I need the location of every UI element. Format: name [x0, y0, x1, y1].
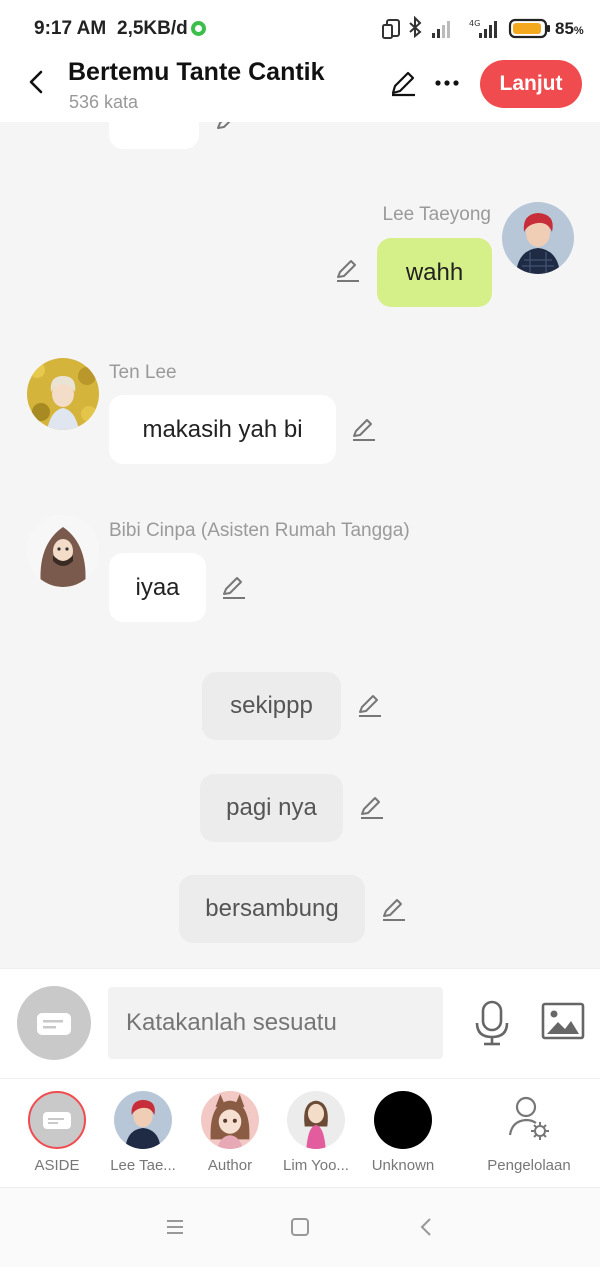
character-unknown[interactable]: Unknown: [358, 1091, 448, 1174]
back-icon[interactable]: [22, 68, 50, 96]
pencil-icon[interactable]: [220, 574, 248, 602]
character-bar: ASIDE Lee Tae... Author Lim Yoo... Unkno…: [0, 1078, 600, 1188]
character-label: Unknown: [371, 1157, 435, 1174]
character-label: Author: [207, 1157, 253, 1174]
status-speed: 2,5KB/d: [117, 18, 188, 39]
message-input[interactable]: [108, 987, 443, 1059]
message-bubble[interactable]: wahh: [377, 238, 492, 307]
message-bubble[interactable]: iyaa: [109, 553, 206, 622]
avatar: [287, 1091, 345, 1149]
next-button[interactable]: Lanjut: [480, 60, 582, 108]
screen-cast-icon: [382, 19, 400, 39]
story-title[interactable]: Bertemu Tante Cantik: [68, 58, 325, 87]
more-icon[interactable]: [432, 68, 462, 98]
character-lee-taeyong[interactable]: Lee Tae...: [98, 1091, 188, 1174]
character-aside[interactable]: ASIDE: [12, 1091, 102, 1174]
pencil-icon[interactable]: [334, 257, 362, 285]
system-nav-bar: [0, 1188, 600, 1267]
narration-bubble[interactable]: sekippp: [202, 672, 341, 740]
character-label: Lee Tae...: [110, 1157, 176, 1174]
edit-icon[interactable]: [388, 68, 418, 98]
avatar-ten-lee[interactable]: [27, 358, 99, 430]
input-bar: [0, 968, 600, 1078]
battery-icon: [508, 18, 550, 39]
whatsapp-status-icon: [191, 21, 206, 36]
avatar: [114, 1091, 172, 1149]
aside-icon: [28, 1091, 86, 1149]
pencil-icon[interactable]: [358, 794, 386, 822]
avatar-lee-taeyong[interactable]: [502, 202, 574, 274]
aside-icon: [37, 1013, 71, 1035]
character-label: ASIDE: [34, 1157, 80, 1174]
avatar: [374, 1091, 432, 1149]
character-management[interactable]: Pengelolaan: [478, 1091, 580, 1174]
signal-4g-icon: [479, 21, 497, 38]
pencil-icon[interactable]: [350, 416, 378, 444]
status-icons: 4G: [382, 16, 550, 39]
pencil-icon[interactable]: [214, 122, 242, 136]
nav-back-icon[interactable]: [416, 1217, 436, 1237]
message-bubble[interactable]: makasih yah bi: [109, 395, 336, 464]
character-label: Lim Yoo...: [283, 1157, 349, 1174]
pencil-icon[interactable]: [380, 896, 408, 924]
character-label: Pengelolaan: [487, 1157, 571, 1174]
narration-bubble[interactable]: pagi nya: [200, 774, 343, 842]
speaker-name: Lee Taeyong: [382, 204, 491, 225]
chat-area[interactable]: yak Lee Taeyong wahh Ten Lee makasih yah: [0, 122, 600, 968]
word-count: 536 kata: [69, 92, 139, 112]
bluetooth-icon: [409, 16, 422, 39]
battery-percent: 85%: [555, 19, 584, 38]
avatar: [201, 1091, 259, 1149]
status-bar: 9:17 AM 2,5KB/d 4G 85%: [0, 0, 600, 56]
character-author[interactable]: Author: [185, 1091, 275, 1174]
signal-icon: [432, 21, 450, 38]
home-icon[interactable]: [290, 1217, 310, 1237]
image-icon[interactable]: [541, 1002, 585, 1042]
mic-icon[interactable]: [470, 999, 514, 1047]
pencil-icon[interactable]: [356, 692, 384, 720]
character-lim-yoona[interactable]: Lim Yoo...: [271, 1091, 361, 1174]
narration-bubble[interactable]: bersambung: [179, 875, 365, 943]
message-bubble-partial[interactable]: yak: [109, 122, 199, 149]
speaker-name: Bibi Cinpa (Asisten Rumah Tangga): [109, 520, 410, 541]
speaker-name: Ten Lee: [109, 362, 177, 383]
menu-icon[interactable]: [165, 1218, 185, 1236]
header: Bertemu Tante Cantik 536 kata Lanjut: [0, 56, 600, 122]
svg-text:4G: 4G: [469, 19, 480, 28]
status-time: 9:17 AM: [34, 18, 107, 39]
avatar-bibi-cinpa[interactable]: [27, 515, 99, 587]
aside-toggle-button[interactable]: [17, 986, 91, 1060]
manage-user-icon: [500, 1091, 558, 1149]
